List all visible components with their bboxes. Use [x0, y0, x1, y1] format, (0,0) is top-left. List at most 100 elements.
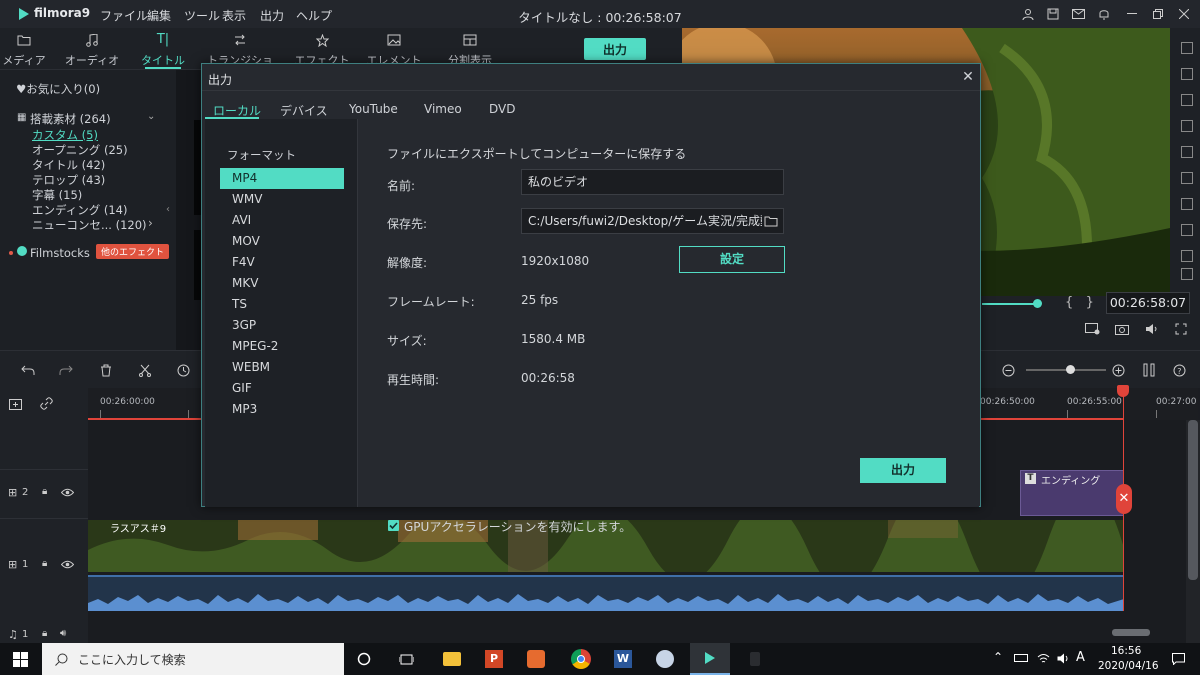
tab-vimeo[interactable]: Vimeo	[424, 102, 462, 116]
add-track-icon[interactable]	[8, 396, 24, 410]
word-icon[interactable]: W	[614, 650, 632, 668]
category-telop[interactable]: テロップ (43)	[32, 172, 105, 188]
category-ending[interactable]: エンディング (14)	[32, 202, 127, 218]
export-button-top[interactable]: 出力	[584, 38, 646, 60]
format-mpeg2[interactable]: MPEG-2	[220, 336, 344, 357]
category-subtitle[interactable]: 字幕 (15)	[32, 187, 82, 203]
format-f4v[interactable]: F4V	[220, 252, 344, 273]
battery-icon[interactable]	[1014, 654, 1028, 662]
vertical-scrollbar-thumb[interactable]	[1188, 420, 1198, 580]
notification-icon[interactable]	[1096, 6, 1112, 22]
gpu-acceleration-checkbox[interactable]	[388, 520, 399, 531]
horizontal-scrollbar-thumb[interactable]	[1112, 629, 1150, 636]
format-wmv[interactable]: WMV	[220, 189, 344, 210]
format-webm[interactable]: WEBM	[220, 357, 344, 378]
in-out-bracket-icons[interactable]: { }	[1065, 295, 1094, 310]
name-input[interactable]: 私のビデオ	[521, 169, 784, 195]
timecode-display: 00:26:58:07	[1106, 292, 1190, 314]
windows-start-icon[interactable]	[12, 651, 28, 667]
speaker-icon[interactable]: 🔊︎	[60, 628, 66, 639]
category-new-concept[interactable]: ニューコンセ... (120)	[32, 217, 147, 233]
speed-clock-icon[interactable]	[175, 362, 191, 378]
category-opening[interactable]: オープニング (25)	[32, 142, 128, 158]
cut-scissors-icon[interactable]	[137, 362, 153, 378]
eye-icon[interactable]	[60, 486, 74, 498]
settings-button[interactable]: 設定	[679, 246, 785, 273]
notification-center-icon[interactable]	[1170, 651, 1186, 667]
pinned-app-icon[interactable]	[750, 652, 760, 666]
save-icon[interactable]	[1045, 6, 1061, 22]
builtin-category[interactable]: 搭載素材 (264)	[30, 111, 111, 127]
restore-icon[interactable]	[1150, 6, 1166, 22]
save-path-input[interactable]: C:/Users/fuwi2/Desktop/ゲーム実況/完成動	[521, 208, 784, 234]
taskbar-search-box[interactable]: ここに入力して検索	[42, 643, 344, 675]
wifi-icon[interactable]	[1036, 651, 1050, 665]
vertical-scrollbar[interactable]	[1186, 420, 1200, 643]
tab-media[interactable]: メディア	[0, 28, 54, 70]
close-window-icon[interactable]	[1176, 6, 1192, 22]
volume-icon[interactable]	[1144, 322, 1160, 336]
delete-trash-icon[interactable]	[98, 362, 114, 378]
format-mp4[interactable]: MP4	[220, 168, 344, 189]
paint-icon[interactable]	[656, 650, 674, 668]
tab-youtube[interactable]: YouTube	[349, 102, 398, 116]
snapshot-camera-icon[interactable]	[1114, 322, 1130, 336]
favorites-item[interactable]: ♥お気に入り(0)	[16, 81, 100, 97]
help-icon[interactable]: ?	[1171, 362, 1187, 378]
ending-title-clip[interactable]: T エンディング	[1020, 470, 1124, 516]
zoom-out-icon[interactable]	[1000, 362, 1016, 378]
tab-titles[interactable]: T| タイトル	[133, 28, 193, 70]
framerate-label: フレームレート:	[387, 295, 475, 309]
close-icon[interactable]: ✕	[958, 67, 978, 87]
chrome-icon[interactable]	[571, 649, 591, 669]
volume-tray-icon[interactable]	[1056, 651, 1070, 665]
zoom-slider-handle[interactable]	[1066, 365, 1075, 374]
file-explorer-icon[interactable]	[443, 652, 461, 666]
category-custom[interactable]: カスタム (5)	[32, 127, 98, 143]
media-player-icon[interactable]	[527, 650, 545, 668]
link-icon[interactable]	[38, 396, 54, 410]
redo-icon[interactable]	[58, 362, 74, 378]
ime-indicator[interactable]: A	[1076, 650, 1085, 665]
format-mov[interactable]: MOV	[220, 231, 344, 252]
export-button[interactable]: 出力	[860, 458, 946, 483]
eye-icon[interactable]	[60, 558, 74, 570]
tab-dvd[interactable]: DVD	[489, 102, 515, 116]
category-title[interactable]: タイトル (42)	[32, 157, 105, 173]
lock-icon[interactable]: 🔒︎	[42, 486, 47, 497]
filmora-taskbar-icon[interactable]	[690, 643, 730, 675]
render-preview-icon[interactable]	[1084, 322, 1100, 336]
format-mp3[interactable]: MP3	[220, 399, 344, 420]
collapse-chevron-icon[interactable]: ⌄	[147, 111, 155, 122]
playback-progress-track[interactable]	[982, 303, 1038, 305]
pause-layout-icon[interactable]	[1141, 362, 1157, 378]
playhead-split-handle[interactable]: ✕	[1116, 484, 1132, 514]
minimize-icon[interactable]	[1124, 6, 1140, 22]
format-mkv[interactable]: MKV	[220, 273, 344, 294]
expand-arrow-icon[interactable]: ›	[148, 216, 153, 230]
powerpoint-icon[interactable]: P	[485, 650, 503, 668]
format-ts[interactable]: TS	[220, 294, 344, 315]
playhead-marker-icon[interactable]	[1117, 385, 1129, 397]
format-3gp[interactable]: 3GP	[220, 315, 344, 336]
filmstocks-item[interactable]: Filmstocks	[30, 246, 90, 260]
format-avi[interactable]: AVI	[220, 210, 344, 231]
fullscreen-icon[interactable]	[1173, 322, 1189, 336]
task-view-icon[interactable]	[398, 651, 414, 667]
format-gif[interactable]: GIF	[220, 378, 344, 399]
lock-icon[interactable]: 🔒︎	[42, 558, 47, 569]
zoom-in-icon[interactable]	[1110, 362, 1126, 378]
show-hidden-icons-chevron[interactable]: ⌃	[993, 650, 1003, 664]
audio-waveform[interactable]	[88, 575, 1124, 611]
collapse-panel-icon[interactable]: ‹	[166, 204, 170, 215]
undo-icon[interactable]	[20, 362, 36, 378]
folder-browse-icon[interactable]	[762, 213, 780, 229]
tab-audio[interactable]: オーディオ	[62, 28, 122, 70]
account-icon[interactable]	[1020, 6, 1036, 22]
lock-icon[interactable]: 🔒︎	[42, 628, 47, 639]
playback-progress-handle[interactable]	[1033, 299, 1042, 308]
more-effects-badge[interactable]: 他のエフェクト	[96, 244, 170, 259]
mail-icon[interactable]	[1070, 6, 1086, 22]
tab-device[interactable]: デバイス	[280, 102, 328, 119]
cortana-circle-icon[interactable]	[356, 651, 372, 667]
